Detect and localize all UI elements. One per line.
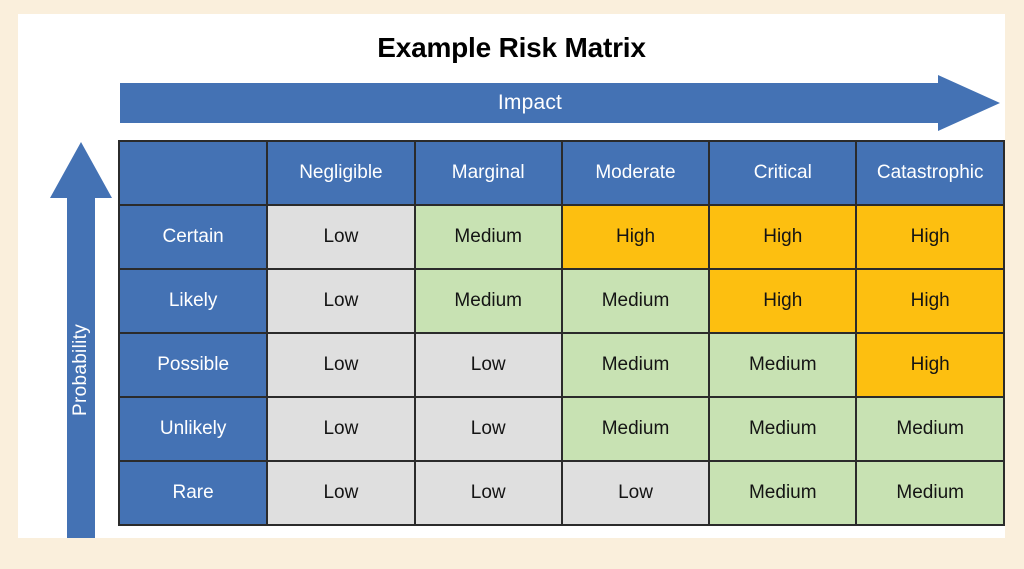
column-header-marginal: Marginal <box>413 140 563 206</box>
cell-likely-marginal: Medium <box>413 268 563 334</box>
matrix-corner-cell <box>117 140 269 206</box>
row-header-certain: Certain <box>117 204 269 270</box>
cell-unlikely-marginal: Low <box>413 396 563 462</box>
impact-axis-label: Impact <box>497 91 563 114</box>
row-header-likely: Likely <box>117 268 269 334</box>
row-header-possible: Possible <box>117 332 269 398</box>
row-header-rare: Rare <box>117 460 269 526</box>
column-header-negligible: Negligible <box>266 140 416 206</box>
risk-matrix-page: Example Risk Matrix Impact Probability N… <box>0 0 1024 569</box>
cell-rare-critical: Medium <box>708 460 858 526</box>
cell-unlikely-moderate: Medium <box>560 396 711 462</box>
cell-certain-negligible: Low <box>266 204 416 270</box>
impact-axis-arrow: Impact <box>120 75 1000 131</box>
cell-rare-negligible: Low <box>266 460 416 526</box>
column-header-critical: Critical <box>708 140 858 206</box>
table-row: Certain Low Medium High High High <box>117 204 1005 270</box>
cell-certain-catastrophic: High <box>855 204 1005 270</box>
cell-rare-marginal: Low <box>413 460 563 526</box>
cell-unlikely-negligible: Low <box>266 396 416 462</box>
cell-certain-marginal: Medium <box>413 204 563 270</box>
table-header-row: Negligible Marginal Moderate Critical Ca… <box>117 140 1005 206</box>
cell-likely-negligible: Low <box>266 268 416 334</box>
cell-possible-marginal: Low <box>413 332 563 398</box>
slide-canvas: Example Risk Matrix Impact Probability N… <box>18 14 1005 538</box>
cell-certain-moderate: High <box>560 204 711 270</box>
probability-axis-label-text: Probability <box>70 323 92 417</box>
row-header-unlikely: Unlikely <box>117 396 269 462</box>
table-row: Unlikely Low Low Medium Medium Medium <box>117 396 1005 462</box>
table-row: Possible Low Low Medium Medium High <box>117 332 1005 398</box>
probability-axis-label: Probability <box>50 202 112 538</box>
probability-axis-arrow: Probability <box>50 142 112 538</box>
cell-possible-critical: Medium <box>708 332 858 398</box>
cell-rare-catastrophic: Medium <box>855 460 1005 526</box>
risk-matrix-table: Negligible Marginal Moderate Critical Ca… <box>117 140 1005 526</box>
table-row: Likely Low Medium Medium High High <box>117 268 1005 334</box>
cell-possible-catastrophic: High <box>855 332 1005 398</box>
page-title: Example Risk Matrix <box>377 32 646 63</box>
cell-rare-moderate: Low <box>560 460 711 526</box>
table-row: Rare Low Low Low Medium Medium <box>117 460 1005 526</box>
column-header-catastrophic: Catastrophic <box>855 140 1005 206</box>
cell-possible-moderate: Medium <box>560 332 711 398</box>
cell-possible-negligible: Low <box>266 332 416 398</box>
cell-likely-critical: High <box>708 268 858 334</box>
cell-certain-critical: High <box>708 204 858 270</box>
cell-likely-catastrophic: High <box>855 268 1005 334</box>
risk-matrix-body: Negligible Marginal Moderate Critical Ca… <box>117 140 1005 526</box>
cell-unlikely-critical: Medium <box>708 396 858 462</box>
cell-unlikely-catastrophic: Medium <box>855 396 1005 462</box>
cell-likely-moderate: Medium <box>560 268 711 334</box>
column-header-moderate: Moderate <box>560 140 711 206</box>
